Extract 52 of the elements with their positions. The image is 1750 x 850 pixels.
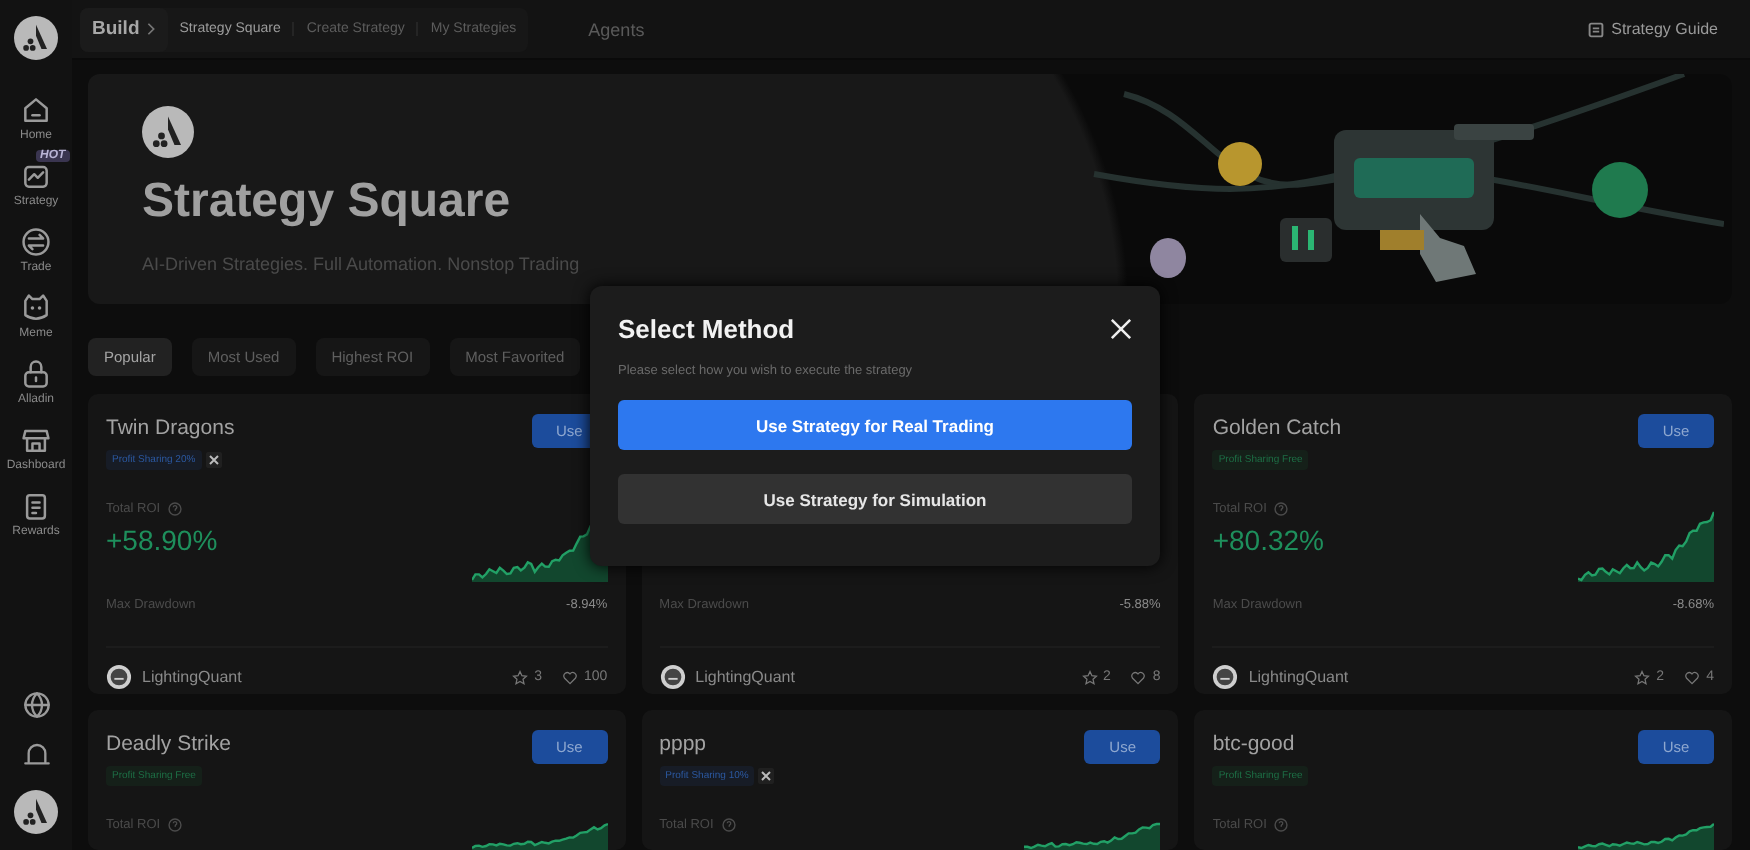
cat-face-icon [20,292,52,324]
chart-icon [20,160,52,192]
star-icon [512,669,529,685]
star-icon [1081,669,1098,685]
cross-icon [205,452,222,468]
help-icon [168,502,183,516]
strategy-name: Twin Dragons [106,416,235,440]
real-trading-button[interactable]: Use Strategy for Real Trading [618,400,1132,450]
avatar-icon [106,664,132,690]
user-avatar[interactable] [14,790,58,834]
roi-value: +80.32% [1212,524,1324,556]
sparkline-drawing [471,822,608,850]
strategy-guide-link[interactable]: Strategy Guide [1575,18,1730,40]
help-icon [168,818,183,832]
strategy-name: btc-good [1212,732,1297,756]
home-icon [20,94,52,126]
roi-value: +58.90% [106,524,218,556]
close-button[interactable] [1110,318,1132,340]
chevron-icon [145,22,156,36]
help-icon [721,818,736,832]
avatar-icon [659,664,686,690]
dialog-title: Select Method [618,314,795,344]
strategy-name: Deadly Strike [106,732,231,756]
avatar-icon [1212,664,1239,690]
help-icon [1274,818,1289,832]
brand-logo [142,106,194,158]
bell-icon[interactable] [21,740,51,770]
sparkline-drawing [1577,822,1714,850]
heart-icon [1130,669,1147,685]
build-menu[interactable]: Build [80,7,168,51]
swap-icon [20,226,52,258]
star-icon [1634,669,1651,685]
author-name: LightingQuant [1248,668,1351,686]
sparkline-drawing [1024,822,1161,850]
strategy-name: pppp [659,732,709,756]
book-icon [1587,21,1604,37]
cross-icon [758,768,775,784]
lock-icon [20,358,52,390]
simulation-button[interactable]: Use Strategy for Simulation [618,474,1132,524]
strategy-name: Golden Catch [1212,416,1342,440]
close-icon [1110,318,1132,340]
sparkline-drawing [1577,510,1714,582]
help-icon [1274,502,1289,516]
clipboard-icon [20,490,52,522]
author-name: LightingQuant [695,668,797,686]
app-logo [14,16,58,60]
heart-icon [561,669,578,685]
shop-icon [20,424,52,456]
page-title: Strategy Square [142,174,513,230]
author-name: LightingQuant [142,668,244,686]
globe-icon[interactable] [21,690,51,720]
heart-icon [1684,669,1701,685]
